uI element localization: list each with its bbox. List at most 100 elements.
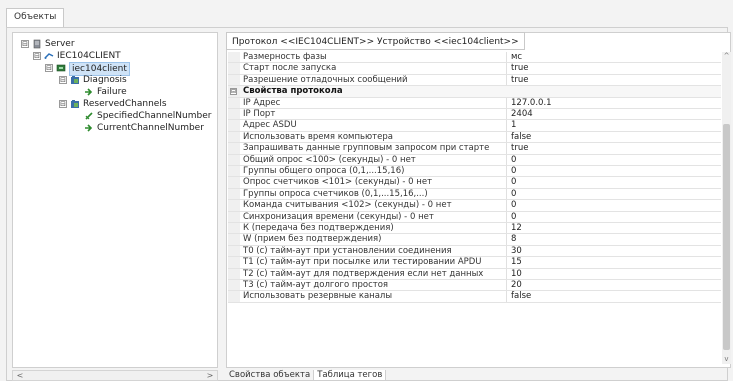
property-value[interactable]: 0 [511,200,516,211]
column-divider[interactable] [506,245,507,257]
tree-expander-icon[interactable]: ⊟ [59,76,67,84]
row-gutter [228,109,240,120]
scroll-left-icon[interactable]: < [15,371,25,380]
property-name: Запрашивать данные групповым запросом пр… [243,143,490,154]
property-value[interactable]: 1 [511,120,516,131]
tab-object-properties[interactable]: Свойства объекта [226,370,313,381]
tab-tag-table[interactable]: Таблица тегов [313,370,387,381]
property-row[interactable]: T0 (с) тайм-аут при установлении соедине… [228,245,721,258]
property-value[interactable]: 30 [511,246,522,257]
column-divider[interactable] [506,291,507,302]
column-divider[interactable] [506,131,507,143]
property-row[interactable]: Опрос счетчиков <101> (секунды) - 0 нет 0 [228,177,721,189]
tree-item[interactable]: ⊟ IEC104CLIENT [33,50,213,62]
property-value[interactable]: 0 [511,177,516,188]
tree-item[interactable]: ⊟ Server [21,38,213,50]
column-divider[interactable] [506,234,507,245]
column-divider[interactable] [506,268,507,279]
property-row[interactable]: Адрес ASDU 1 [228,120,721,132]
property-value[interactable]: мс [511,52,522,63]
column-divider[interactable] [506,109,507,120]
tree-item[interactable]: ⊟ ReservedChannels [59,98,213,110]
property-value[interactable]: false [511,132,531,143]
tree-expander-icon[interactable]: ⊟ [33,52,41,60]
property-name: IP Адрес [243,97,281,108]
tree-item[interactable]: SpecifiedChannelNumber [73,110,213,122]
tree-item[interactable]: Failure [73,86,213,98]
column-divider[interactable] [506,63,507,74]
column-divider[interactable] [506,188,507,200]
property-value[interactable]: true [511,75,528,86]
property-name: Разрешение отладочных сообщений [243,74,408,85]
property-row[interactable]: T2 (с) тайм-аут для подтверждения если н… [228,268,721,280]
folder-icon [70,99,80,109]
row-gutter [228,200,240,211]
property-value[interactable]: 127.0.0.1 [511,98,552,109]
scroll-up-icon[interactable]: ^ [722,52,731,61]
column-divider[interactable] [506,280,507,291]
tree-expander-icon[interactable]: ⊟ [45,64,53,72]
column-divider[interactable] [506,97,507,108]
column-divider[interactable] [506,154,507,165]
property-row[interactable]: T3 (с) тайм-аут долгого простоя 20 [228,280,721,292]
protocol-device-tab[interactable]: Протокол <<IEC104CLIENT>> Устройство <<i… [226,32,525,50]
property-row[interactable]: IP Адрес 127.0.0.1 [228,97,721,109]
property-grid[interactable]: Размерность фазы мс Старт после запуска tru… [228,52,721,364]
column-divider[interactable] [506,177,507,188]
property-value[interactable]: 0 [511,212,516,223]
category-expander-icon[interactable]: ⊟ [230,88,237,96]
property-row[interactable]: Использовать резервные каналы false [228,291,721,303]
column-divider[interactable] [506,120,507,131]
property-row[interactable]: К (передача без подтверждения) 12 [228,223,721,235]
property-value[interactable]: 8 [511,234,516,245]
property-row[interactable]: Размерность фазы мс [228,52,721,64]
property-row[interactable]: Использовать время компьютера false [228,131,721,144]
property-row[interactable]: Группы общего опроса (0,1,...15,16) 0 [228,166,721,178]
property-category[interactable]: ⊟ Свойства протокола [228,86,721,98]
tree-item[interactable]: ⊟ iec104client [45,62,213,76]
column-divider[interactable] [506,52,507,63]
column-divider[interactable] [506,257,507,268]
row-gutter [228,74,240,86]
property-name: Свойства протокола [243,86,343,97]
column-divider[interactable] [506,211,507,222]
property-value[interactable]: 10 [511,269,522,280]
property-row[interactable]: Разрешение отладочных сообщений true [228,74,721,87]
scroll-right-icon[interactable]: > [205,371,215,380]
tree-item[interactable]: ⊟ Diagnosis [59,74,213,86]
column-divider[interactable] [506,74,507,86]
column-divider[interactable] [506,143,507,154]
property-row[interactable]: Синхронизация времени (секунды) - 0 нет 0 [228,211,721,223]
scroll-thumb[interactable] [723,124,730,350]
tree-horizontal-scrollbar[interactable]: < > [12,370,218,381]
property-row[interactable]: Общий опрос <100> (секунды) - 0 нет 0 [228,154,721,166]
property-row[interactable]: Старт после запуска true [228,63,721,75]
property-value[interactable]: 0 [511,189,516,200]
column-divider[interactable] [506,223,507,234]
property-row[interactable]: Группы опроса счетчиков (0,1,...15,16,..… [228,188,721,201]
column-divider[interactable] [506,166,507,177]
grid-vertical-scrollbar[interactable]: ^ v [722,52,731,364]
tree-item[interactable]: CurrentChannelNumber [73,122,213,134]
property-value[interactable]: 12 [511,223,522,234]
tree-expander-icon[interactable]: ⊟ [59,100,67,108]
property-value[interactable]: 20 [511,280,522,291]
property-value[interactable]: 0 [511,155,516,166]
scroll-down-icon[interactable]: v [722,355,731,364]
tree-expander-icon[interactable]: ⊟ [21,40,29,48]
object-tree[interactable]: ⊟ Server ⊟ IEC104CLIENT ⊟ iec104client ⊟ Diagno… [12,32,218,368]
property-value[interactable]: true [511,143,528,154]
tab-objects[interactable]: Объекты [6,8,65,27]
property-value[interactable]: true [511,63,528,74]
column-divider[interactable] [506,200,507,211]
property-row[interactable]: Команда считывания <102> (секунды) - 0 н… [228,200,721,212]
property-row[interactable]: T1 (с) тайм-аут при посылке или тестиров… [228,257,721,269]
tree-item-label: Server [45,39,75,49]
property-value[interactable]: 0 [511,166,516,177]
property-row[interactable]: IP Порт 2404 [228,109,721,121]
property-row[interactable]: W (прием без подтверждения) 8 [228,234,721,246]
property-row[interactable]: Запрашивать данные групповым запросом пр… [228,143,721,155]
property-value[interactable]: 15 [511,257,522,268]
property-value[interactable]: false [511,291,531,302]
property-value[interactable]: 2404 [511,109,533,120]
